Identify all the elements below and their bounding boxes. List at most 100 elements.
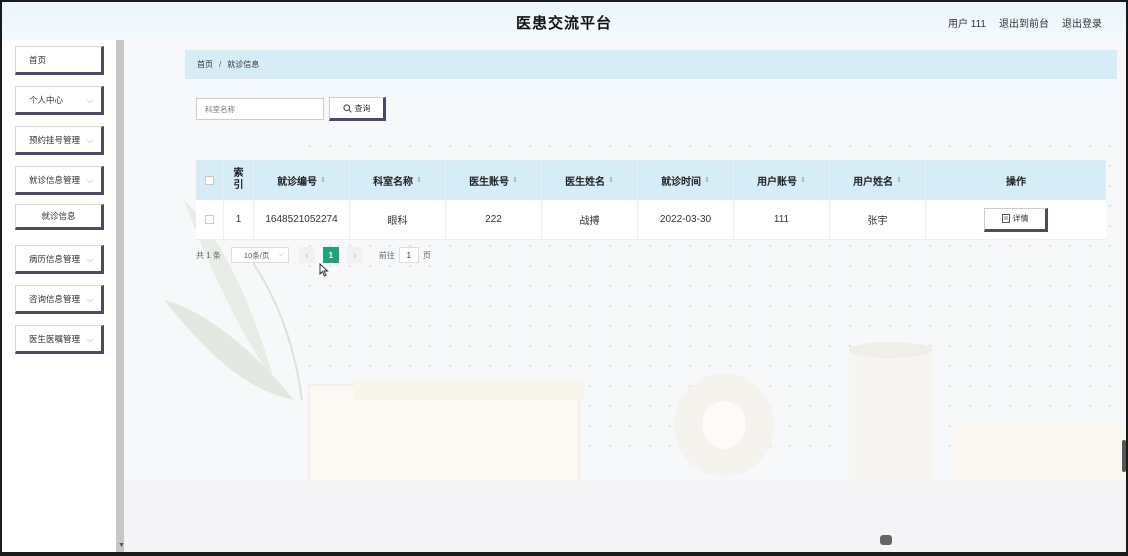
page-size-select[interactable]: 10条/页 ⌵ [230,247,289,263]
sidebar-subitem-visit-info[interactable]: 就诊信息 [15,204,104,230]
col-index: 索引 [224,160,254,200]
breadcrumb-separator: / [219,60,222,69]
table-header: 索引 就诊编号 ⇕ 科室名称 ⇕ 医生账号 ⇕ 医生姓名 ⇕ 就诊时间 ⇕ 用户… [196,160,1106,200]
next-page-button[interactable]: › [346,247,363,263]
breadcrumb: 首页 / 就诊信息 [185,50,1117,79]
sort-icon[interactable]: ⇕ [704,176,710,184]
goto-label: 前往 [378,250,395,260]
cell-user-name: 张宇 [830,200,926,239]
top-actions: 用户 111 退出到前台 退出登录 [948,15,1102,30]
total-count: 共 1 条 [196,250,221,260]
column-header-label: 用户账号 [757,176,798,188]
cell-visit-no: 1648521052274 [254,200,350,239]
col-user-account[interactable]: 用户账号 ⇕ [734,160,830,200]
chevron-down-icon: ⌵ [86,335,93,344]
search-icon [342,103,352,113]
sidebar-item-visit-management[interactable]: 就诊信息管理 ⌵ [15,166,104,195]
breadcrumb-home[interactable]: 首页 [197,59,213,70]
chevron-right-icon: › [353,250,357,260]
column-header-label: 就诊时间 [661,176,702,188]
back-to-front-link[interactable]: 退出到前台 [999,15,1049,30]
chevron-down-icon: ⌵ [86,255,93,264]
page-number-button[interactable]: 1 [322,247,339,263]
sort-icon[interactable]: ⇕ [512,176,518,184]
floating-widget-icon[interactable] [880,535,892,545]
column-header-label: 操作 [1006,176,1026,188]
chevron-down-icon: ⌵ [278,251,284,258]
col-actions: 操作 [926,160,1106,200]
sort-icon[interactable]: ⇕ [320,176,326,184]
pagination: 共 1 条 10条/页 ⌵ ‹ 1 › 前往 1 页 [196,246,431,264]
sidebar-item-consultation-management[interactable]: 咨询信息管理 ⌵ [15,285,104,314]
breadcrumb-current: 就诊信息 [227,60,260,69]
department-search-input[interactable] [196,98,324,120]
col-visit-no[interactable]: 就诊编号 ⇕ [254,160,350,200]
sidebar-item-doctor-orders-management[interactable]: 医生医嘱管理 ⌵ [15,325,104,354]
chevron-left-icon: ‹ [305,250,309,260]
col-visit-time[interactable]: 就诊时间 ⇕ [638,160,734,200]
row-select-cell [196,200,224,239]
document-icon [1001,214,1010,223]
cell-actions: 详情 [926,200,1106,239]
search-button-label: 查询 [354,103,371,113]
sidebar-item-label: 首页 [29,54,47,65]
sidebar-item-appointment-management[interactable]: 预约挂号管理 ⌵ [15,126,104,155]
app-window: 医患交流平台 用户 111 退出到前台 退出登录 首页 个人中心 ⌵ 预约挂号管… [0,0,1128,556]
sidebar-item-label: 就诊信息管理 [29,174,81,185]
goto-page-input[interactable]: 1 [398,247,419,263]
cell-doctor-name: 战搏 [542,200,638,239]
cell-user-account: 111 [734,200,830,239]
sidebar-scrollbar[interactable] [116,40,124,554]
prev-page-button[interactable]: ‹ [298,247,315,263]
col-doctor-account[interactable]: 医生账号 ⇕ [446,160,542,200]
chevron-down-icon: ⌵ [86,176,93,185]
main-content: 首页 / 就诊信息 查询 索引 就诊编号⇕ [124,40,1126,554]
cell-department: 眼科 [350,200,446,239]
detail-button-label: 详情 [1012,214,1029,223]
select-all-cell [196,160,224,200]
column-header-label: 科室名称 [373,176,414,188]
search-button[interactable]: 查询 [329,97,386,121]
sidebar-item-label: 预约挂号管理 [29,134,81,145]
cell-index: 1 [224,200,254,239]
cell-visit-time: 2022-03-30 [638,200,734,239]
sort-icon[interactable]: ⇕ [608,176,614,184]
select-all-checkbox[interactable] [205,175,214,185]
right-edge-handle[interactable] [1122,440,1126,472]
column-header-label: 医生账号 [469,176,510,188]
chevron-down-icon: ⌵ [86,136,93,145]
sidebar-item-label: 就诊信息 [41,211,76,221]
column-header-label: 索引 [233,168,244,191]
chevron-down-icon: ⌵ [86,96,93,105]
logout-link[interactable]: 退出登录 [1062,15,1102,30]
sort-icon[interactable]: ⇕ [800,176,806,184]
mouse-cursor-icon [319,263,329,277]
visit-table: 索引 就诊编号 ⇕ 科室名称 ⇕ 医生账号 ⇕ 医生姓名 ⇕ 就诊时间 ⇕ 用户… [196,160,1106,240]
sort-icon[interactable]: ⇕ [416,176,422,184]
sidebar-item-medical-record-management[interactable]: 病历信息管理 ⌵ [15,245,104,274]
top-bar: 医患交流平台 用户 111 退出到前台 退出登录 [2,2,1126,40]
sidebar-item-label: 个人中心 [29,94,64,105]
current-user: 用户 111 [948,19,986,30]
table-row: 1 1648521052274 眼科 222 战搏 2022-03-30 111… [196,200,1106,240]
sidebar-item-label: 病历信息管理 [29,253,81,264]
page-unit-label: 页 [422,250,431,260]
sidebar-item-personal-center[interactable]: 个人中心 ⌵ [15,86,104,115]
sidebar-item-label: 咨询信息管理 [29,293,81,304]
col-user-name[interactable]: 用户姓名 ⇕ [830,160,926,200]
col-doctor-name[interactable]: 医生姓名 ⇕ [542,160,638,200]
column-header-label: 就诊编号 [277,176,318,188]
chevron-down-icon: ⌵ [86,295,93,304]
row-checkbox[interactable] [205,215,214,224]
col-department[interactable]: 科室名称 ⇕ [350,160,446,200]
sidebar-item-label: 医生医嘱管理 [29,333,81,344]
cell-doctor-account: 222 [446,200,542,239]
sidebar: 首页 个人中心 ⌵ 预约挂号管理 ⌵ 就诊信息管理 ⌵ 就诊信息 病历信息管理 … [2,40,116,554]
sidebar-item-home[interactable]: 首页 [15,46,104,75]
detail-button[interactable]: 详情 [984,207,1048,232]
bottom-bar [0,552,1128,556]
sort-icon[interactable]: ⇕ [896,176,902,184]
column-header-label: 用户姓名 [853,176,894,188]
page-size-value: 10条/页 [243,250,270,260]
column-header-label: 医生姓名 [565,176,606,188]
